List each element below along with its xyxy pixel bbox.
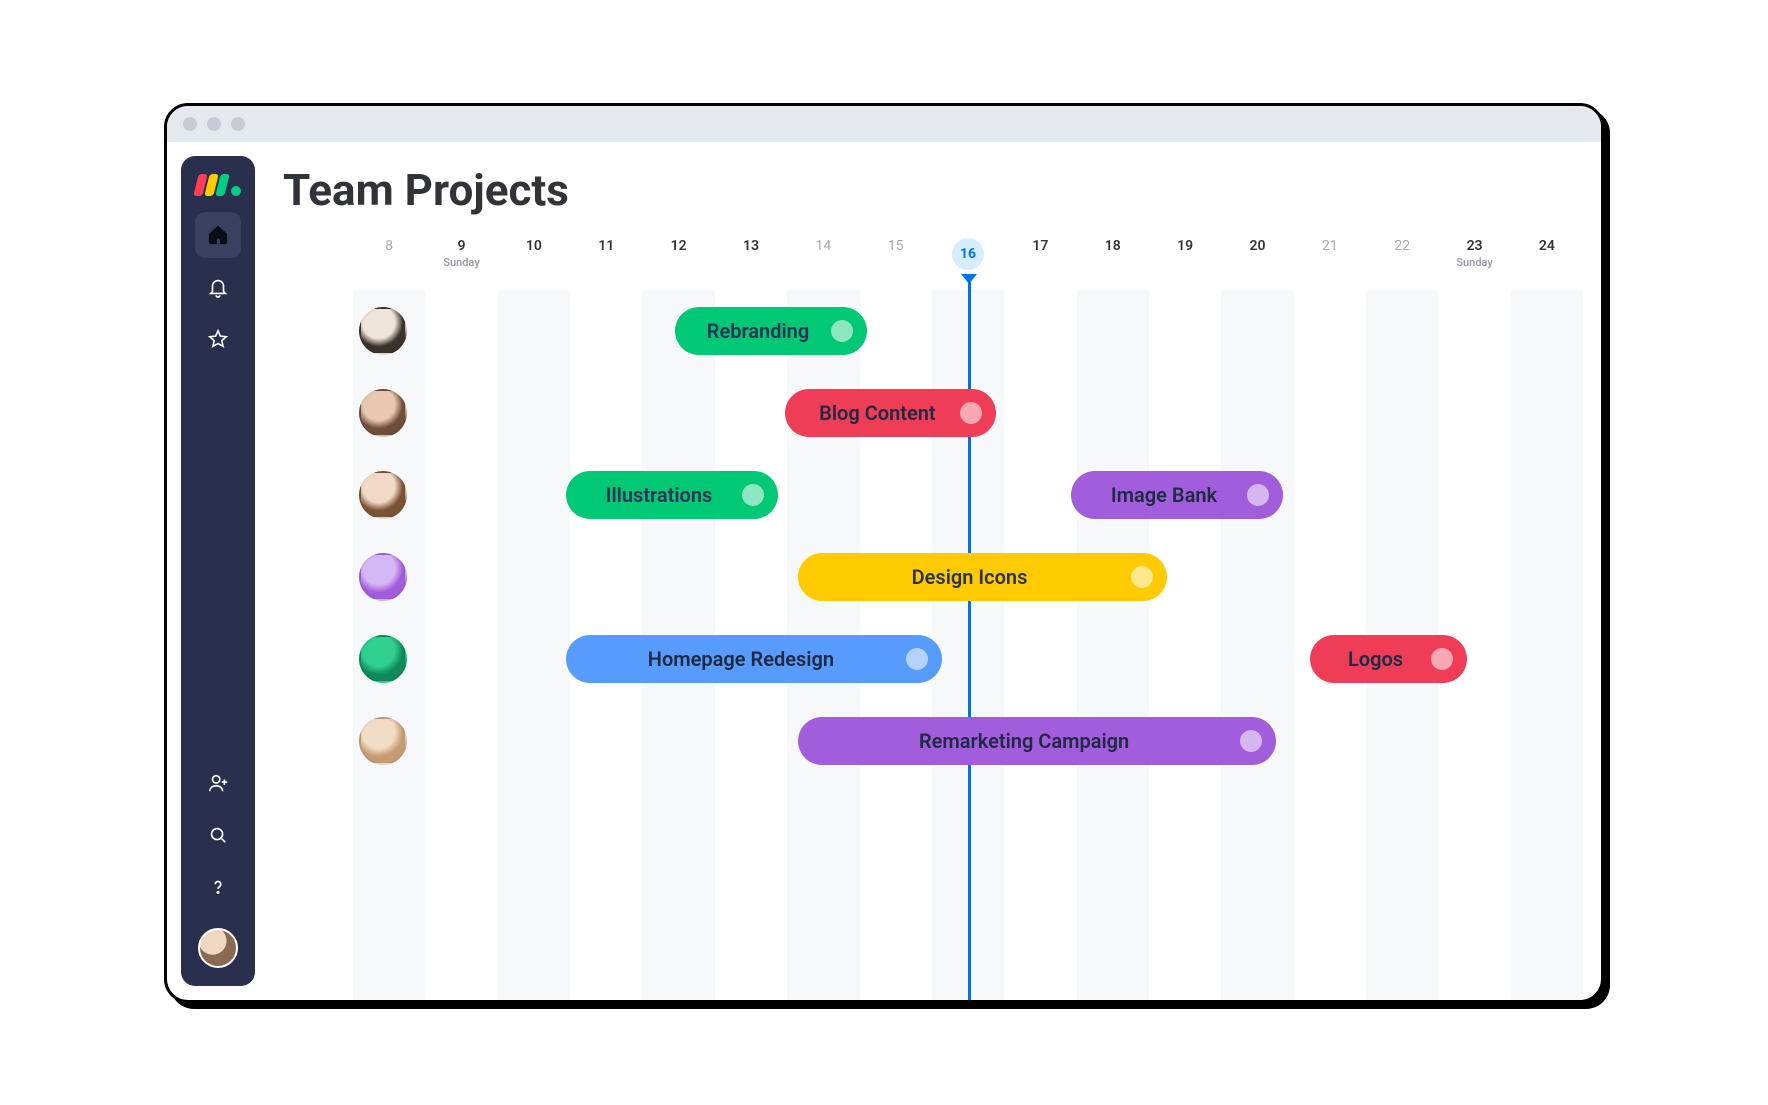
task-bar[interactable]: Image Bank xyxy=(1071,471,1283,519)
task-label: Image Bank xyxy=(1095,483,1233,507)
day-8[interactable]: 8 xyxy=(353,234,425,290)
home-icon xyxy=(207,224,229,246)
timeline-row: Rebranding xyxy=(353,290,1583,372)
timeline-row: Illustrations Image Bank xyxy=(353,454,1583,536)
day-10[interactable]: 10 xyxy=(498,234,570,290)
timeline-body: Rebranding Blog Content Illustrations Image… xyxy=(283,290,1583,1000)
day-11[interactable]: 11 xyxy=(570,234,642,290)
window-zoom-dot[interactable] xyxy=(231,117,245,131)
task-resize-handle[interactable] xyxy=(742,484,764,506)
task-label: Blog Content xyxy=(809,401,947,425)
help-icon xyxy=(207,876,229,898)
day-13[interactable]: 13 xyxy=(715,234,787,290)
main-content: Team Projects 89Sunday101112131415161718… xyxy=(255,142,1601,1000)
task-resize-handle[interactable] xyxy=(1131,566,1153,588)
assignee-avatar[interactable] xyxy=(359,389,407,437)
day-22[interactable]: 22 xyxy=(1366,234,1438,290)
sidebar-item-help[interactable] xyxy=(195,864,241,910)
window-close-dot[interactable] xyxy=(183,117,197,131)
search-icon xyxy=(207,824,229,846)
day-17[interactable]: 17 xyxy=(1004,234,1076,290)
task-label: Logos xyxy=(1334,647,1417,671)
day-15[interactable]: 15 xyxy=(860,234,932,290)
task-label: Design Icons xyxy=(822,565,1116,589)
assignee-avatar[interactable] xyxy=(359,635,407,683)
timeline-row: Blog Content xyxy=(353,372,1583,454)
day-18[interactable]: 18 xyxy=(1077,234,1149,290)
day-21[interactable]: 21 xyxy=(1294,234,1366,290)
timeline-row: Design Icons xyxy=(353,536,1583,618)
task-label: Remarketing Campaign xyxy=(822,729,1226,753)
task-bar[interactable]: Homepage Redesign xyxy=(566,635,941,683)
task-bar[interactable]: Remarketing Campaign xyxy=(798,717,1276,765)
task-label: Illustrations xyxy=(590,483,728,507)
page-title: Team Projects xyxy=(283,164,1583,216)
task-bar[interactable]: Illustrations xyxy=(566,471,778,519)
task-bar[interactable]: Rebranding xyxy=(675,307,866,355)
logo-icon[interactable] xyxy=(196,174,241,196)
app-window: Team Projects 89Sunday101112131415161718… xyxy=(164,103,1604,1003)
assignee-avatar[interactable] xyxy=(359,717,407,765)
timeline: 89Sunday1011121314151617181920212223Sund… xyxy=(283,234,1583,1000)
day-23[interactable]: 23Sunday xyxy=(1438,234,1510,290)
task-resize-handle[interactable] xyxy=(1247,484,1269,506)
day-12[interactable]: 12 xyxy=(642,234,714,290)
task-resize-handle[interactable] xyxy=(960,402,982,424)
add-user-icon xyxy=(207,772,229,794)
timeline-row: Homepage Redesign Logos xyxy=(353,618,1583,700)
star-icon xyxy=(207,328,229,350)
day-9[interactable]: 9Sunday xyxy=(425,234,497,290)
bell-icon xyxy=(207,276,229,298)
timeline-days: 89Sunday1011121314151617181920212223Sund… xyxy=(353,234,1583,290)
sidebar-item-search[interactable] xyxy=(195,812,241,858)
task-bar[interactable]: Design Icons xyxy=(798,553,1166,601)
day-24[interactable]: 24 xyxy=(1511,234,1583,290)
task-bar[interactable]: Logos xyxy=(1310,635,1467,683)
day-19[interactable]: 19 xyxy=(1149,234,1221,290)
app-shell: Team Projects 89Sunday101112131415161718… xyxy=(167,142,1601,1000)
task-label: Rebranding xyxy=(699,319,816,343)
task-resize-handle[interactable] xyxy=(831,320,853,342)
day-20[interactable]: 20 xyxy=(1221,234,1293,290)
timeline-rows: Rebranding Blog Content Illustrations Image… xyxy=(353,290,1583,1000)
timeline-header: 89Sunday1011121314151617181920212223Sund… xyxy=(283,234,1583,290)
sidebar-item-invite[interactable] xyxy=(195,760,241,806)
assignee-avatar[interactable] xyxy=(359,307,407,355)
day-14[interactable]: 14 xyxy=(787,234,859,290)
task-resize-handle[interactable] xyxy=(906,648,928,670)
task-label: Homepage Redesign xyxy=(590,647,891,671)
sidebar-item-favorites[interactable] xyxy=(195,316,241,362)
sidebar xyxy=(181,156,255,986)
day-16[interactable]: 16 xyxy=(932,234,1004,290)
timeline-row: Remarketing Campaign xyxy=(353,700,1583,782)
assignee-avatar[interactable] xyxy=(359,553,407,601)
task-bar[interactable]: Blog Content xyxy=(785,389,997,437)
task-resize-handle[interactable] xyxy=(1431,648,1453,670)
window-titlebar xyxy=(167,106,1601,142)
window-minimize-dot[interactable] xyxy=(207,117,221,131)
sidebar-item-notifications[interactable] xyxy=(195,264,241,310)
sidebar-item-home[interactable] xyxy=(195,212,241,258)
assignee-avatar[interactable] xyxy=(359,471,407,519)
current-user-avatar[interactable] xyxy=(198,928,238,968)
task-resize-handle[interactable] xyxy=(1240,730,1262,752)
